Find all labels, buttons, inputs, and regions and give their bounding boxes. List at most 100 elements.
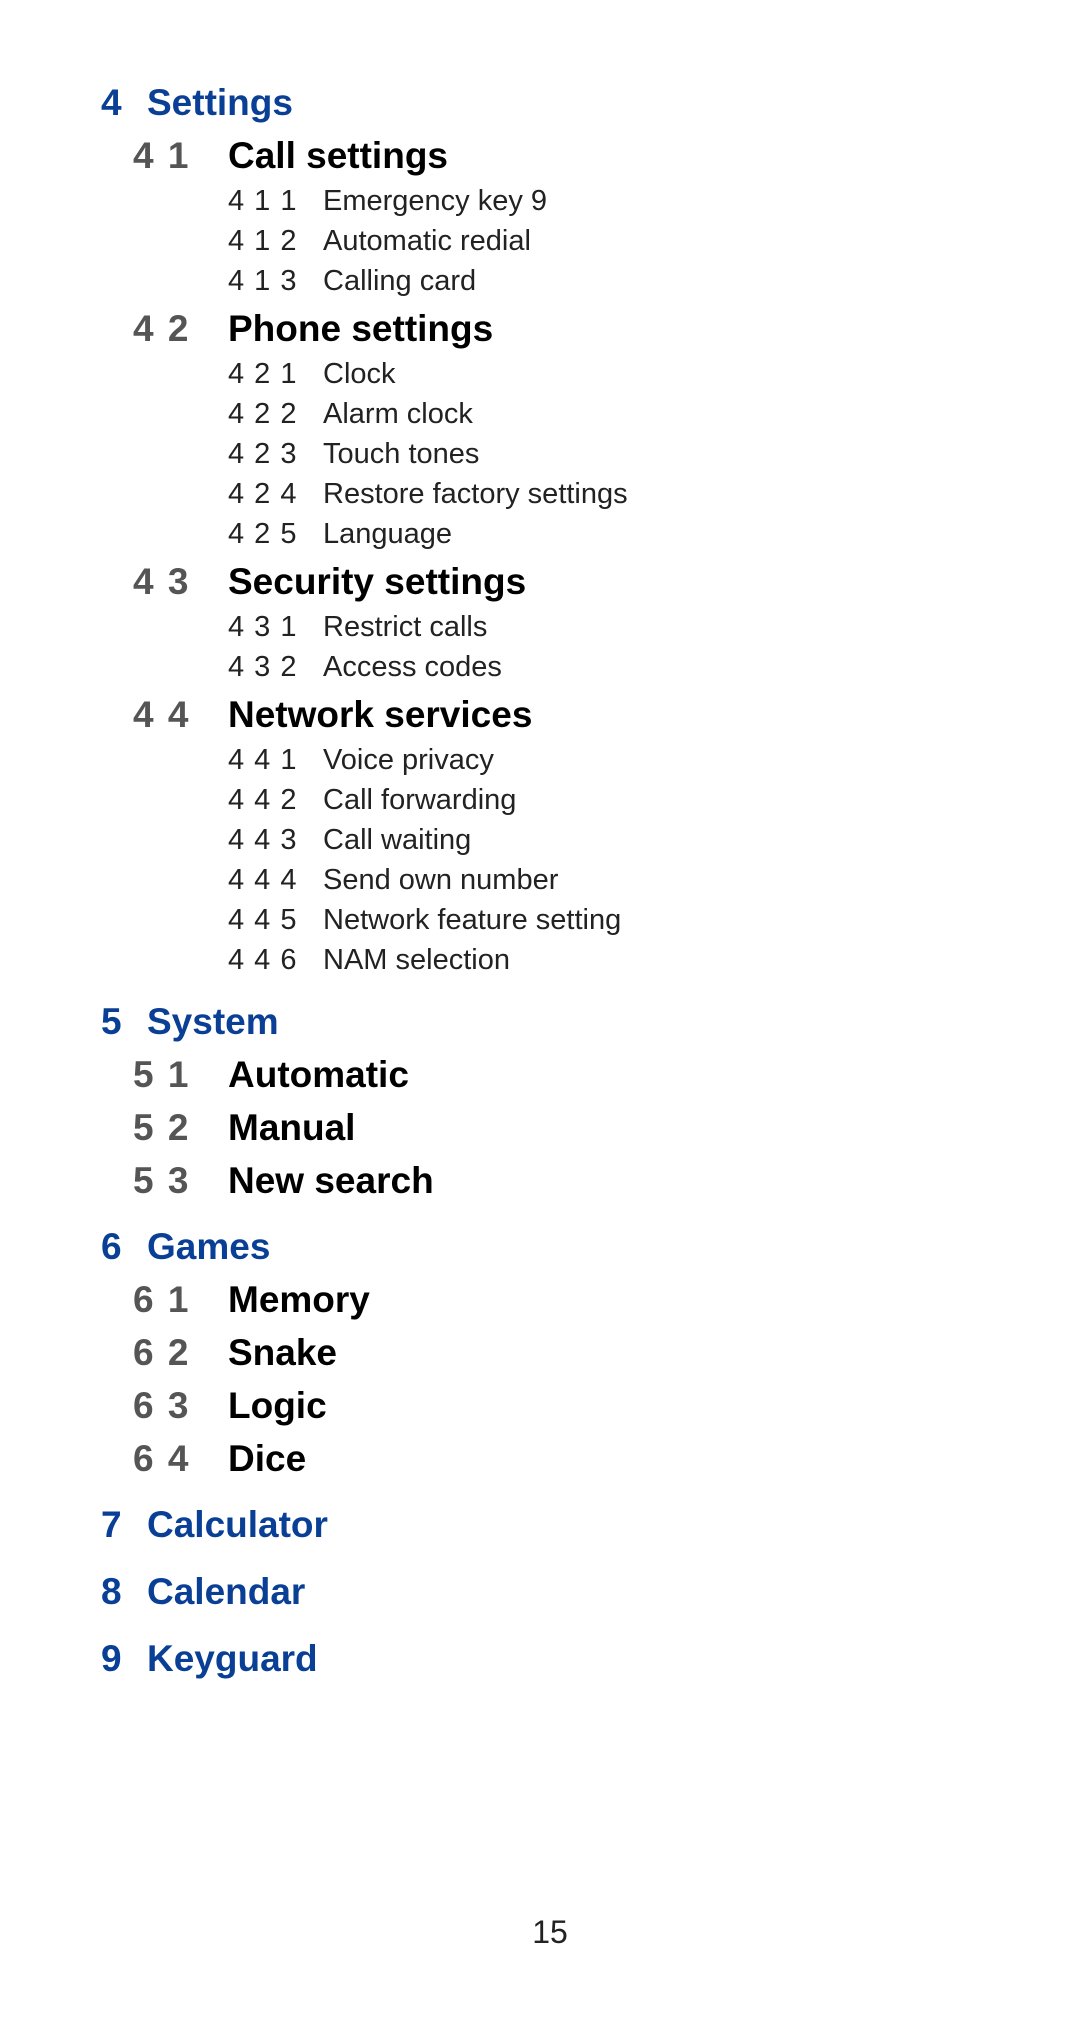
item-number: 4 4 6: [228, 944, 298, 976]
subsection-number: 4 4: [133, 694, 191, 735]
item-label: Restrict calls: [323, 611, 488, 643]
subsection-number: 4 1: [133, 135, 191, 176]
subsection-heading: 5 1 Automatic: [133, 1056, 409, 1093]
section-number: 5: [101, 1001, 122, 1042]
section-heading-calendar: 8 Calendar: [101, 1573, 305, 1610]
menu-item: 4 2 2 Alarm clock: [228, 400, 473, 429]
section-number: 8: [101, 1571, 122, 1612]
section-title: Keyguard: [147, 1638, 318, 1679]
item-label: Emergency key 9: [323, 185, 548, 217]
section-number: 6: [101, 1226, 122, 1267]
item-number: 4 2 5: [228, 518, 298, 550]
menu-item: 4 4 2 Call forwarding: [228, 786, 516, 815]
item-number: 4 2 2: [228, 398, 298, 430]
subsection-heading-call-settings: 4 1 Call settings: [133, 137, 448, 174]
item-label: Voice privacy: [323, 744, 494, 776]
menu-item: 4 2 4 Restore factory settings: [228, 480, 628, 509]
subsection-title: New search: [228, 1160, 434, 1201]
page-number: 15: [532, 1914, 568, 1950]
item-label: Automatic redial: [323, 225, 531, 257]
item-label: Access codes: [323, 651, 502, 683]
subsection-number: 4 3: [133, 561, 191, 602]
subsection-number: 6 4: [133, 1438, 191, 1479]
subsection-title: Call settings: [228, 135, 448, 176]
subsection-heading: 6 2 Snake: [133, 1334, 337, 1371]
menu-item: 4 2 3 Touch tones: [228, 440, 479, 469]
item-number: 4 3 1: [228, 611, 298, 643]
subsection-number: 5 1: [133, 1054, 191, 1095]
menu-item: 4 4 1 Voice privacy: [228, 746, 494, 775]
section-number: 9: [101, 1638, 122, 1679]
section-heading-games: 6 Games: [101, 1228, 270, 1265]
item-number: 4 4 1: [228, 744, 298, 776]
item-label: Send own number: [323, 864, 559, 896]
section-heading-settings: 4 Settings: [101, 84, 293, 121]
subsection-title: Manual: [228, 1107, 356, 1148]
item-number: 4 2 1: [228, 358, 298, 390]
item-label: NAM selection: [323, 944, 510, 976]
subsection-number: 5 2: [133, 1107, 191, 1148]
menu-item: 4 4 4 Send own number: [228, 866, 558, 895]
menu-item: 4 2 5 Language: [228, 520, 452, 549]
item-label: Network feature setting: [323, 904, 622, 936]
subsection-number: 6 2: [133, 1332, 191, 1373]
menu-item: 4 4 5 Network feature setting: [228, 906, 621, 935]
subsection-heading-security-settings: 4 3 Security settings: [133, 563, 526, 600]
item-label: Calling card: [323, 265, 477, 297]
menu-item: 4 2 1 Clock: [228, 360, 396, 389]
section-title: Settings: [147, 82, 293, 123]
section-number: 4: [101, 82, 122, 123]
subsection-title: Snake: [228, 1332, 338, 1373]
item-label: Call waiting: [323, 824, 472, 856]
item-number: 4 1 1: [228, 185, 298, 217]
subsection-heading: 6 3 Logic: [133, 1387, 327, 1424]
subsection-number: 6 3: [133, 1385, 191, 1426]
section-heading-system: 5 System: [101, 1003, 279, 1040]
section-title: Games: [147, 1226, 271, 1267]
subsection-title: Logic: [228, 1385, 327, 1426]
subsection-number: 5 3: [133, 1160, 191, 1201]
menu-item: 4 1 3 Calling card: [228, 267, 476, 296]
menu-item: 4 1 2 Automatic redial: [228, 227, 531, 256]
item-number: 4 1 3: [228, 265, 298, 297]
section-title: Calendar: [147, 1571, 306, 1612]
item-label: Call forwarding: [323, 784, 517, 816]
item-number: 4 4 4: [228, 864, 298, 896]
subsection-title: Phone settings: [228, 308, 494, 349]
item-label: Restore factory settings: [323, 478, 628, 510]
item-number: 4 4 2: [228, 784, 298, 816]
section-number: 7: [101, 1504, 122, 1545]
item-label: Language: [323, 518, 453, 550]
subsection-heading: 5 2 Manual: [133, 1109, 355, 1146]
subsection-heading-phone-settings: 4 2 Phone settings: [133, 310, 493, 347]
menu-item: 4 3 1 Restrict calls: [228, 613, 487, 642]
subsection-title: Network services: [228, 694, 533, 735]
menu-item: 4 4 6 NAM selection: [228, 946, 510, 975]
item-number: 4 4 5: [228, 904, 298, 936]
menu-item: 4 4 3 Call waiting: [228, 826, 471, 855]
section-title: Calculator: [147, 1504, 328, 1545]
item-label: Touch tones: [323, 438, 480, 470]
menu-item: 4 1 1 Emergency key 9: [228, 187, 547, 216]
item-label: Alarm clock: [323, 398, 473, 430]
subsection-number: 4 2: [133, 308, 191, 349]
subsection-heading: 6 1 Memory: [133, 1281, 370, 1318]
menu-item: 4 3 2 Access codes: [228, 653, 502, 682]
subsection-title: Memory: [228, 1279, 370, 1320]
item-number: 4 3 2: [228, 651, 298, 683]
item-number: 4 2 3: [228, 438, 298, 470]
section-heading-keyguard: 9 Keyguard: [101, 1640, 318, 1677]
subsection-title: Dice: [228, 1438, 307, 1479]
subsection-title: Automatic: [228, 1054, 409, 1095]
section-title: System: [147, 1001, 279, 1042]
section-heading-calculator: 7 Calculator: [101, 1506, 328, 1543]
subsection-number: 6 1: [133, 1279, 191, 1320]
subsection-title: Security settings: [228, 561, 527, 602]
item-number: 4 2 4: [228, 478, 298, 510]
subsection-heading: 5 3 New search: [133, 1162, 434, 1199]
subsection-heading: 6 4 Dice: [133, 1440, 306, 1477]
subsection-heading-network-services: 4 4 Network services: [133, 696, 532, 733]
item-label: Clock: [323, 358, 396, 390]
item-number: 4 4 3: [228, 824, 298, 856]
item-number: 4 1 2: [228, 225, 298, 257]
